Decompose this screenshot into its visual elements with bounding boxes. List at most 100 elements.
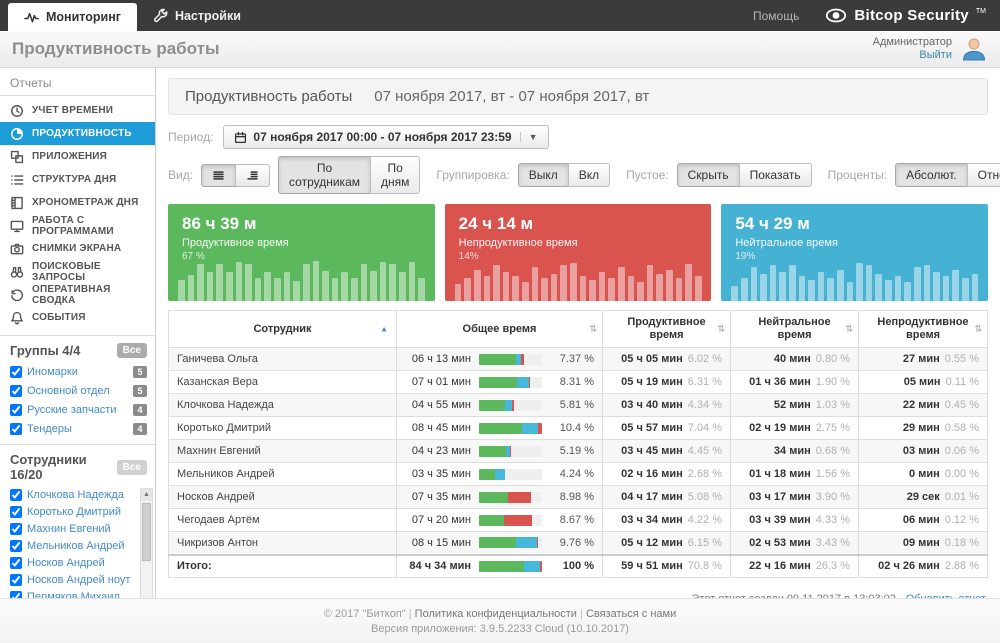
employee-label[interactable]: Носков Андрей ноут (27, 574, 133, 586)
unproductive-cell: 22 мин 0.45 % (858, 393, 988, 417)
employee-checkbox[interactable] (10, 590, 22, 598)
percent-absolute-button[interactable]: Абсолют. (895, 163, 968, 187)
card-label: Нейтральное время (735, 237, 838, 249)
employee-name: Ганичева Ольга (168, 347, 397, 371)
employee-checkbox[interactable] (10, 505, 22, 518)
avatar[interactable] (960, 35, 988, 63)
employee-checkbox[interactable] (10, 488, 22, 501)
employees-all-button[interactable]: Все (116, 459, 147, 475)
employee-checkbox[interactable] (10, 539, 22, 552)
total-percent: 8.67 % (559, 514, 594, 526)
by-days-button[interactable]: По дням (370, 156, 421, 194)
col-productive-time[interactable]: Продуктивное время ⇅ (602, 310, 731, 348)
employee-scrollbar[interactable]: ▲ ▼ (140, 488, 153, 598)
scroll-up-icon[interactable]: ▲ (141, 489, 152, 501)
logout-link[interactable]: Выйти (873, 49, 952, 62)
help-link[interactable]: Помощь (753, 9, 799, 23)
group-label[interactable]: Тендеры (27, 423, 128, 435)
by-employees-button[interactable]: По сотрудникам (278, 156, 371, 194)
sparkline-chart (731, 259, 979, 301)
group-label[interactable]: Основной отдел (27, 385, 128, 397)
sidebar-report-item[interactable]: СТРУКТУРА ДНЯ (0, 168, 155, 191)
groups-all-button[interactable]: Все (116, 343, 147, 358)
group-count-badge: 5 (133, 365, 147, 378)
sidebar-report-item[interactable]: ОПЕРАТИВНАЯ СВОДКА (0, 283, 155, 306)
table-row[interactable]: Мельников Андрей 03 ч 35 мин 4.24 % 02 ч… (168, 462, 988, 486)
table-row[interactable]: Казанская Вера 07 ч 01 мин 8.31 % 05 ч 1… (168, 370, 988, 394)
grouping-on-button[interactable]: Вкл (567, 163, 611, 187)
brand-tm: TM (975, 8, 986, 15)
sidebar-item-label: ПРОДУКТИВНОСТЬ (32, 128, 132, 139)
col-employee[interactable]: Сотрудник ▲ (168, 310, 397, 348)
total-percent: 100 % (562, 560, 594, 573)
table-row[interactable]: Носков Андрей 07 ч 35 мин 8.98 % 04 ч 17… (168, 485, 988, 509)
employee-label[interactable]: Мельников Андрей (27, 540, 133, 552)
sort-icon[interactable]: ⇅ (974, 323, 982, 336)
group-checkbox[interactable] (10, 365, 22, 378)
sidebar-report-item[interactable]: ПОИСКОВЫЕ ЗАПРОСЫ (0, 260, 155, 283)
sort-icon[interactable]: ⇅ (717, 323, 725, 336)
employee-label[interactable]: Носков Андрей (27, 557, 133, 569)
total-time: 04 ч 55 мин (411, 399, 471, 411)
table-row[interactable]: Махнин Евгений 04 ч 23 мин 5.19 % 03 ч 4… (168, 439, 988, 463)
sidebar-report-item[interactable]: РАБОТА С ПРОГРАММАМИ (0, 214, 155, 237)
sidebar-report-item[interactable]: СОБЫТИЯ (0, 306, 155, 329)
total-percent: 5.19 % (559, 445, 594, 457)
group-label[interactable]: Русские запчасти (27, 404, 128, 416)
table-row[interactable]: Ганичева Ольга 06 ч 13 мин 7.37 % 05 ч 0… (168, 347, 988, 371)
sidebar-report-item[interactable]: СНИМКИ ЭКРАНА (0, 237, 155, 260)
scrollbar-thumb[interactable] (142, 503, 151, 561)
privacy-link[interactable]: Политика конфиденциальности (415, 608, 577, 620)
group-checkbox[interactable] (10, 422, 22, 435)
sidebar-report-item[interactable]: ХРОНОМЕТРАЖ ДНЯ (0, 191, 155, 214)
col-neutral-time[interactable]: Нейтральное время ⇅ (730, 310, 859, 348)
table-row[interactable]: Клочкова Надежда 04 ч 55 мин 5.81 % 03 ч… (168, 393, 988, 417)
employee-label[interactable]: Коротько Дмитрий (27, 506, 133, 518)
total-time: 06 ч 13 мин (411, 353, 471, 365)
empty-show-button[interactable]: Показать (738, 163, 812, 187)
total-time-cell: 84 ч 34 мин 100 % (396, 553, 603, 578)
sort-icon[interactable]: ⇅ (589, 323, 597, 336)
programs-icon (10, 219, 24, 233)
group-label[interactable]: Иномарки (27, 366, 128, 378)
sidebar-report-item[interactable]: ПРИЛОЖЕНИЯ (0, 145, 155, 168)
binoculars-icon (10, 265, 24, 279)
table-row[interactable]: Коротько Дмитрий 08 ч 45 мин 10.4 % 05 ч… (168, 416, 988, 440)
sort-asc-icon[interactable]: ▲ (380, 323, 388, 336)
view-tree-button[interactable] (235, 163, 271, 187)
group-checkbox[interactable] (10, 384, 22, 397)
table-row[interactable]: Чегодаев Артём 07 ч 20 мин 8.67 % 03 ч 3… (168, 508, 988, 532)
productive-cell: 05 ч 05 мин 6.02 % (602, 347, 731, 371)
col-unproductive-time[interactable]: Непродуктивное время ⇅ (858, 310, 988, 348)
col-total-time[interactable]: Общее время ⇅ (396, 310, 603, 348)
period-selector[interactable]: 07 ноября 2017 00:00 - 07 ноября 2017 23… (223, 125, 549, 149)
view-list-button[interactable] (201, 163, 237, 187)
main-tab[interactable]: Настройки (137, 0, 257, 31)
history-icon (10, 288, 24, 302)
employee-checkbox[interactable] (10, 556, 22, 569)
employees-section: Сотрудники 16/20 Все Клочкова Надежда Ко… (0, 444, 155, 598)
chevron-down-icon: ▼ (519, 132, 538, 142)
sidebar-report-item[interactable]: УЧЕТ ВРЕМЕНИ (0, 99, 155, 122)
sidebar-report-item[interactable]: ПРОДУКТИВНОСТЬ (0, 122, 155, 145)
total-percent: 8.31 % (559, 376, 594, 388)
employee-checkbox[interactable] (10, 573, 22, 586)
card-percent: 14% (458, 251, 479, 262)
view-label: Вид: (168, 168, 194, 182)
employee-label[interactable]: Клочкова Надежда (27, 489, 133, 501)
total-time-cell: 04 ч 55 мин 5.81 % (396, 393, 603, 417)
main-tab[interactable]: Мониторинг (8, 3, 137, 31)
employee-checkbox[interactable] (10, 522, 22, 535)
table-row[interactable]: Чикризов Антон 08 ч 15 мин 9.76 % 05 ч 1… (168, 531, 988, 555)
percent-relative-button[interactable]: Относит. (966, 163, 1000, 187)
group-checkbox[interactable] (10, 403, 22, 416)
employee-label[interactable]: Махнин Евгений (27, 523, 133, 535)
contact-link[interactable]: Связаться с нами (586, 608, 676, 620)
employee-label[interactable]: Пермяков Михаил (27, 591, 133, 599)
empty-hide-button[interactable]: Скрыть (676, 163, 740, 187)
table-header-row: Сотрудник ▲ Общее время ⇅ Продуктивное вре… (168, 310, 988, 348)
employee-name: Носков Андрей (168, 485, 397, 509)
grouping-off-button[interactable]: Выкл (517, 163, 569, 187)
refresh-report-link[interactable]: Обновить отчет (906, 593, 986, 598)
sort-icon[interactable]: ⇅ (845, 323, 853, 336)
